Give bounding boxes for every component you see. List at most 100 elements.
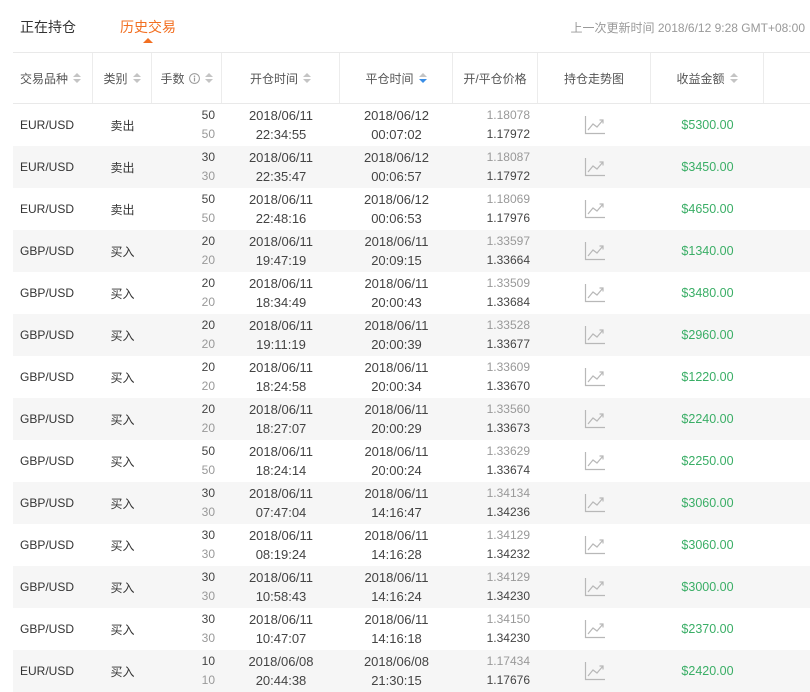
symbol-cell: EUR/USD [20,202,75,216]
open-date: 2018/06/11 [248,192,314,207]
close-lots: 20 [201,337,215,351]
header-profit[interactable]: 收益金额 [651,53,764,103]
tab-trade-history[interactable]: 历史交易 [120,17,176,43]
lots-cell: 50 50 [152,440,222,482]
sort-icon[interactable] [132,73,141,83]
header-lots[interactable]: 手数 [152,53,222,103]
price-cell: 1.33597 1.33664 [453,230,538,272]
sort-icon[interactable] [418,73,427,83]
open-lots: 30 [201,486,215,500]
extra-cell [764,356,810,398]
open-time-cell: 2018/06/11 07:47:04 [222,482,340,524]
sort-icon[interactable] [729,73,738,83]
trend-chart-icon[interactable] [584,577,606,597]
close-clock: 14:16:28 [371,547,422,562]
tab-open-positions[interactable]: 正在持仓 [20,17,76,37]
header-open-time[interactable]: 开仓时间 [222,53,340,103]
trend-chart-icon[interactable] [584,493,606,513]
open-price: 1.33609 [486,360,530,374]
trend-chart-icon[interactable] [584,619,606,639]
tab-bar: 正在持仓 历史交易 上一次更新时间 2018/6/12 9:28 GMT+08:… [0,0,810,52]
close-clock: 20:00:43 [371,295,422,310]
header-symbol[interactable]: 交易品种 [13,53,93,103]
trend-chart-icon[interactable] [584,283,606,303]
open-price: 1.33509 [486,276,530,290]
symbol-cell: GBP/USD [20,538,75,552]
sort-icon[interactable] [204,73,213,83]
header-prices: 开/平仓价格 [453,53,538,103]
close-time-cell: 2018/06/11 20:09:15 [340,230,453,272]
price-cell: 1.34129 1.34232 [453,524,538,566]
trend-chart-icon[interactable] [584,661,606,681]
open-clock: 07:47:04 [255,505,307,520]
price-cell: 1.18087 1.17972 [453,146,538,188]
trend-cell [538,188,651,230]
close-date: 2018/06/11 [364,318,429,333]
symbol-cell: GBP/USD [20,286,75,300]
open-time-cell: 2018/06/11 22:34:55 [222,104,340,146]
open-price: 1.17434 [486,654,530,668]
lots-cell: 30 30 [152,566,222,608]
open-lots: 30 [201,528,215,542]
open-time-cell: 2018/06/11 18:24:58 [222,356,340,398]
trend-chart-icon[interactable] [584,199,606,219]
open-date: 2018/06/11 [248,276,314,291]
profit-cell: $2370.00 [681,622,734,636]
close-price: 1.33684 [486,295,530,309]
open-time-cell: 2018/06/11 18:24:14 [222,440,340,482]
header-side[interactable]: 类别 [93,53,152,103]
trend-chart-icon[interactable] [584,325,606,345]
close-date: 2018/06/11 [364,528,429,543]
trend-chart-icon[interactable] [584,451,606,471]
trend-cell [538,104,651,146]
header-label: 平仓时间 [365,71,414,86]
trend-chart-icon[interactable] [584,367,606,387]
close-date: 2018/06/11 [364,234,429,249]
side-cell: 买入 [110,244,135,259]
open-clock: 22:48:16 [255,211,307,226]
lots-cell: 30 30 [152,608,222,650]
header-label: 收益金额 [676,71,725,86]
close-date: 2018/06/11 [364,360,429,375]
table-row: GBP/USD 买入 20 20 2018/06/11 18:27:07 201… [13,398,810,440]
close-clock: 14:16:24 [371,589,422,604]
profit-cell: $1340.00 [681,244,734,258]
close-time-cell: 2018/06/11 14:16:18 [340,608,453,650]
open-time-cell: 2018/06/08 20:44:38 [222,650,340,692]
trend-cell [538,566,651,608]
trend-chart-icon[interactable] [584,115,606,135]
trend-chart-icon[interactable] [584,409,606,429]
lots-cell: 20 20 [152,398,222,440]
sort-icon[interactable] [303,73,311,83]
close-price: 1.17972 [486,169,530,183]
sort-icon[interactable] [73,73,82,83]
close-lots: 30 [201,169,215,183]
close-lots: 30 [201,589,215,603]
table-row: GBP/USD 买入 30 30 2018/06/11 10:58:43 201… [13,566,810,608]
price-cell: 1.33509 1.33684 [453,272,538,314]
header-close-time[interactable]: 平仓时间 [340,53,453,103]
symbol-cell: GBP/USD [20,328,75,342]
table-row: EUR/USD 卖出 30 30 2018/06/11 22:35:47 201… [13,146,810,188]
trend-cell [538,524,651,566]
close-time-cell: 2018/06/11 20:00:39 [340,314,453,356]
close-time-cell: 2018/06/11 14:16:24 [340,566,453,608]
close-time-cell: 2018/06/11 20:00:43 [340,272,453,314]
open-time-cell: 2018/06/11 19:47:19 [222,230,340,272]
close-price: 1.33677 [486,337,530,351]
open-clock: 08:19:24 [255,547,307,562]
trend-cell [538,314,651,356]
close-clock: 20:00:34 [371,379,422,394]
close-time-cell: 2018/06/11 20:00:24 [340,440,453,482]
trend-chart-icon[interactable] [584,241,606,261]
header-extra [764,53,810,103]
close-time-cell: 2018/06/12 00:07:02 [340,104,453,146]
info-icon[interactable] [188,72,200,84]
trend-chart-icon[interactable] [584,157,606,177]
close-lots: 50 [201,463,215,477]
open-lots: 20 [201,276,215,290]
extra-cell [764,104,810,146]
trend-chart-icon[interactable] [584,535,606,555]
lots-cell: 30 30 [152,146,222,188]
open-lots: 50 [201,192,215,206]
